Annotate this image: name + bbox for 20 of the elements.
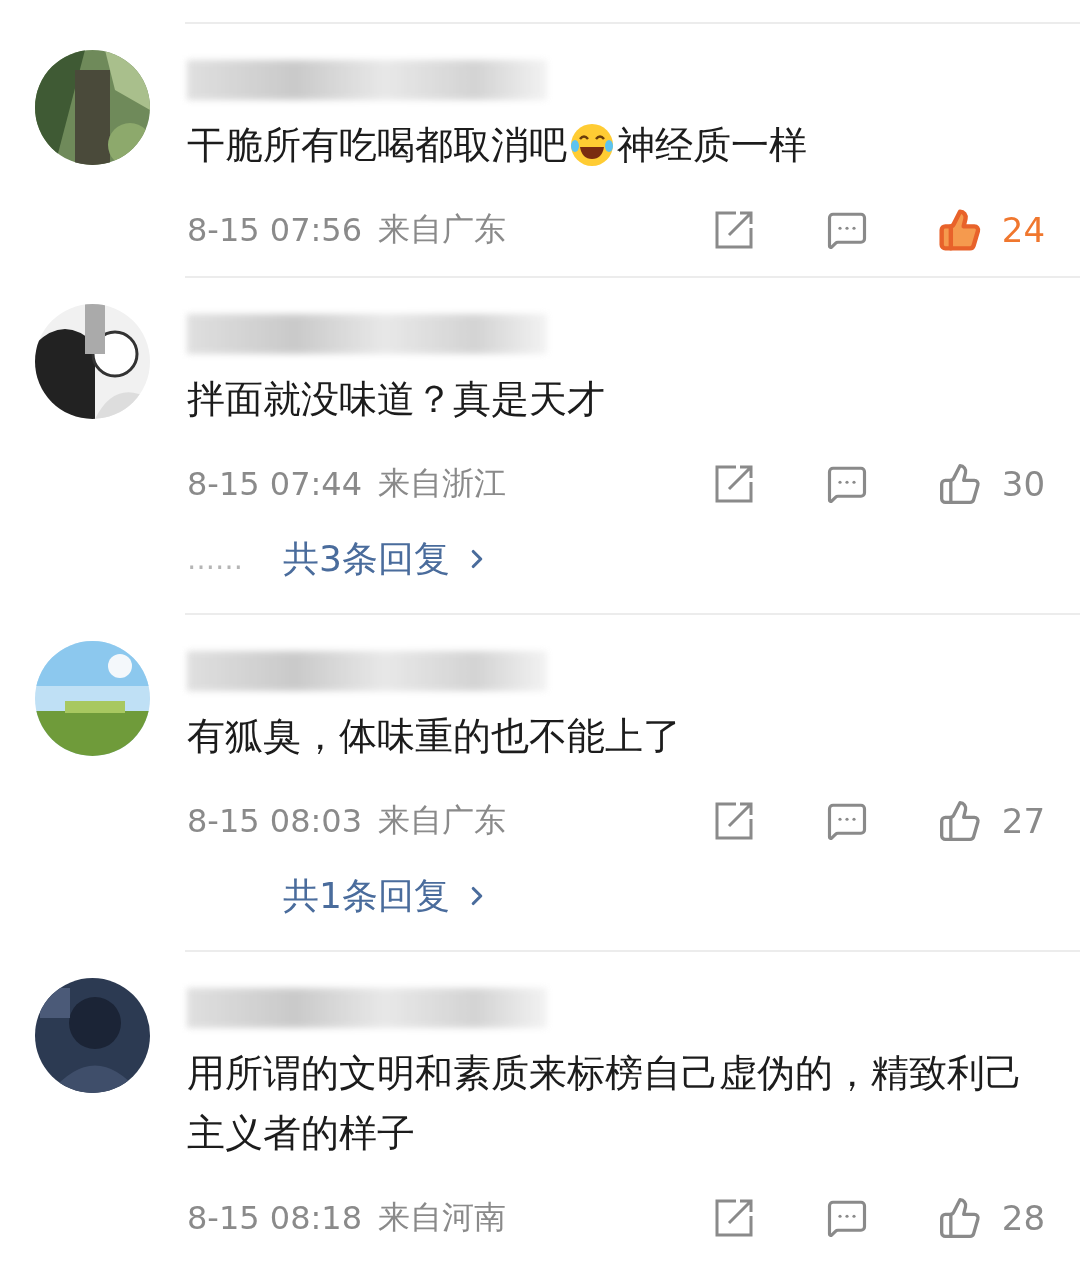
comment-time: 8-15 07:44	[187, 465, 362, 503]
view-replies-link[interactable]: 共3条回复	[283, 534, 492, 584]
like-count: 27	[1001, 801, 1045, 841]
view-replies-link[interactable]: 共1条回复	[283, 871, 492, 921]
comment-text: 用所谓的文明和素质来标榜自己虚伪的，精致利己主义者的样子	[187, 1050, 1024, 1157]
like-count: 28	[1001, 1198, 1045, 1238]
comment-location: 来自河南	[378, 1197, 506, 1238]
comment-time: 8-15 07:56	[187, 211, 362, 249]
comment-text: 有狐臭，体味重的也不能上了	[187, 713, 681, 760]
comment-time: 8-15 08:18	[187, 1199, 362, 1237]
comment-location: 来自浙江	[378, 463, 506, 504]
comment-location: 来自广东	[378, 209, 506, 250]
like-count: 30	[1001, 464, 1045, 504]
comment-text: 干脆所有吃喝都取消吧	[187, 122, 567, 169]
comment-text: 神经质一样	[617, 122, 807, 169]
comment-time: 8-15 08:03	[187, 802, 362, 840]
comment-text: 拌面就没味道？真是天才	[187, 376, 605, 423]
comment-location: 来自广东	[378, 800, 506, 841]
like-count: 24	[1001, 210, 1045, 250]
ellipsis-text: ……	[187, 542, 243, 576]
